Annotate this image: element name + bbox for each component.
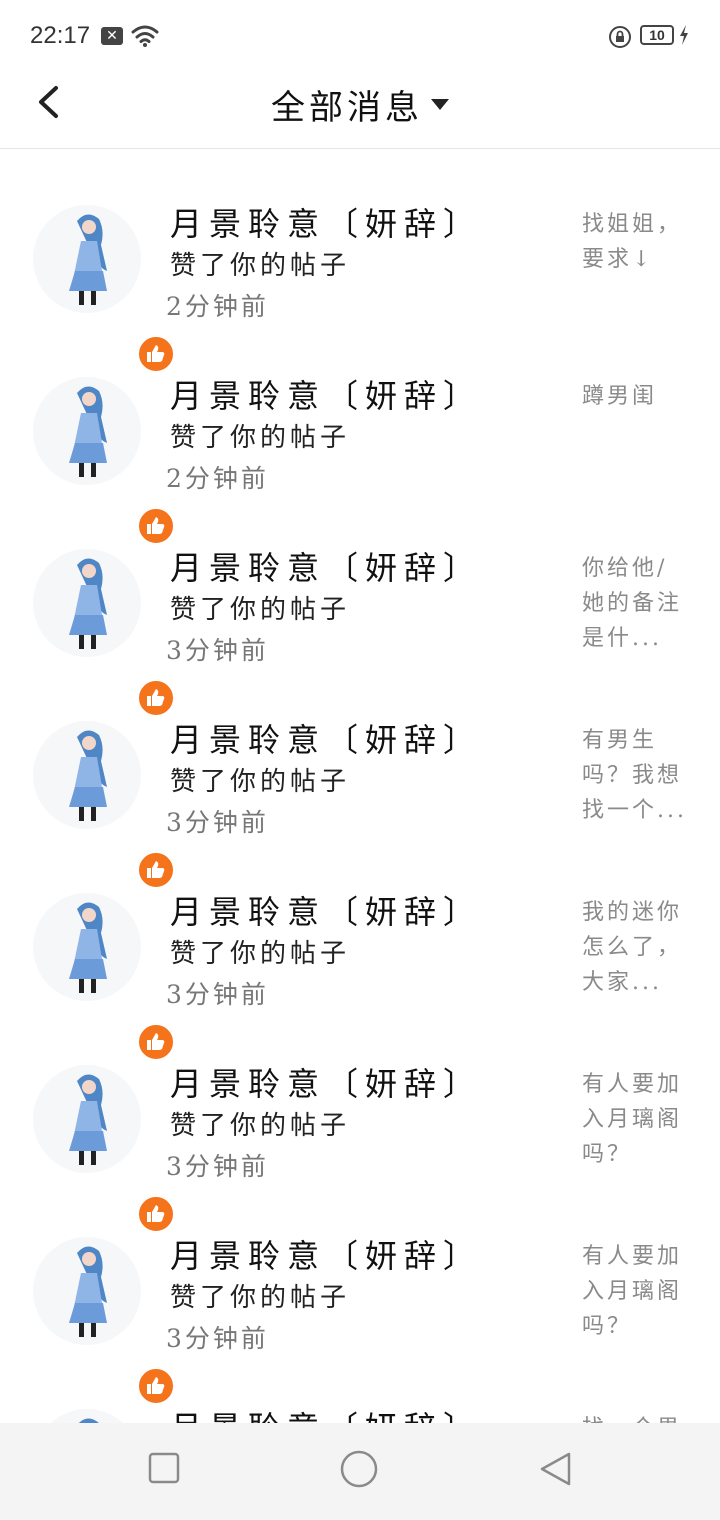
charging-icon bbox=[680, 25, 688, 45]
rotation-lock-icon bbox=[609, 26, 631, 48]
post-preview[interactable]: 你给他/她的备注是什... bbox=[582, 551, 692, 656]
avatar[interactable] bbox=[33, 549, 175, 717]
avatar[interactable] bbox=[33, 1409, 141, 1423]
message-time: 3分钟前 bbox=[166, 1324, 269, 1353]
message-action: 赞了你的帖子 bbox=[170, 1283, 351, 1313]
back-triangle-icon[interactable] bbox=[538, 1451, 574, 1487]
list-item[interactable]: 月景聆意〔妍辞〕 找一个男 bbox=[0, 1353, 720, 1423]
avatar[interactable] bbox=[33, 893, 175, 1061]
recents-square-icon[interactable] bbox=[147, 1451, 181, 1485]
message-time: 2分钟前 bbox=[166, 292, 269, 321]
message-action: 赞了你的帖子 bbox=[170, 423, 351, 453]
message-time: 2分钟前 bbox=[166, 464, 269, 493]
message-action: 赞了你的帖子 bbox=[170, 251, 351, 281]
message-action: 赞了你的帖子 bbox=[170, 767, 351, 797]
message-action: 赞了你的帖子 bbox=[170, 595, 351, 625]
sender-name[interactable]: 月景聆意〔妍辞〕 bbox=[170, 887, 482, 933]
post-preview[interactable]: 有人要加入月璃阁吗？ bbox=[582, 1239, 692, 1344]
message-time: 3分钟前 bbox=[166, 636, 269, 665]
list-item[interactable]: 月景聆意〔妍辞〕 赞了你的帖子 3分钟前 有人要加入月璃阁吗？ bbox=[0, 1181, 720, 1405]
list-item[interactable]: 月景聆意〔妍辞〕 赞了你的帖子 3分钟前 有人要加入月璃阁吗？ bbox=[0, 1009, 720, 1233]
list-item[interactable]: 月景聆意〔妍辞〕 赞了你的帖子 2分钟前 找姐姐，要求↓ bbox=[0, 149, 720, 373]
list-item[interactable]: 月景聆意〔妍辞〕 赞了你的帖子 2分钟前 蹲男闺 bbox=[0, 321, 720, 545]
avatar-figure-icon bbox=[69, 214, 107, 305]
battery-icon: 10 bbox=[640, 25, 674, 45]
list-item[interactable]: 月景聆意〔妍辞〕 赞了你的帖子 3分钟前 你给他/她的备注是什... bbox=[0, 493, 720, 717]
status-bar: 22:17 ✕ 10 bbox=[0, 0, 720, 72]
message-action: 赞了你的帖子 bbox=[170, 1111, 351, 1141]
post-preview[interactable]: 蹲男闺 bbox=[582, 379, 692, 414]
post-preview[interactable]: 有男生吗？我想找一个... bbox=[582, 723, 692, 828]
message-action: 赞了你的帖子 bbox=[170, 939, 351, 969]
avatar[interactable] bbox=[33, 1237, 175, 1405]
post-preview[interactable]: 我的迷你怎么了，大家... bbox=[582, 895, 692, 1000]
avatar-figure-icon bbox=[78, 1418, 99, 1423]
message-time: 3分钟前 bbox=[166, 1152, 269, 1181]
x-notification-icon: ✕ bbox=[101, 27, 123, 45]
sender-name[interactable]: 月景聆意〔妍辞〕 bbox=[170, 1403, 482, 1423]
status-time: 22:17 bbox=[30, 22, 91, 49]
post-preview[interactable]: 找一个男 bbox=[582, 1411, 692, 1423]
message-list[interactable]: 月景聆意〔妍辞〕 赞了你的帖子 2分钟前 找姐姐，要求↓ 月景聆意〔妍辞〕 赞了… bbox=[0, 149, 720, 1423]
post-preview[interactable]: 找姐姐，要求↓ bbox=[582, 207, 692, 277]
avatar-figure-icon bbox=[69, 902, 107, 993]
page-title: 全部消息 bbox=[271, 88, 423, 128]
caret-down-icon bbox=[431, 99, 449, 110]
avatar-figure-icon bbox=[69, 1246, 107, 1337]
avatar-figure-icon bbox=[69, 558, 107, 649]
system-nav-bar bbox=[0, 1423, 720, 1520]
avatar[interactable] bbox=[33, 721, 175, 889]
sender-name[interactable]: 月景聆意〔妍辞〕 bbox=[170, 543, 482, 589]
post-preview[interactable]: 有人要加入月璃阁吗？ bbox=[582, 1067, 692, 1172]
avatar-figure-icon bbox=[69, 730, 107, 821]
list-item[interactable]: 月景聆意〔妍辞〕 赞了你的帖子 3分钟前 有男生吗？我想找一个... bbox=[0, 665, 720, 889]
home-circle-icon[interactable] bbox=[339, 1449, 379, 1489]
sender-name[interactable]: 月景聆意〔妍辞〕 bbox=[170, 1231, 482, 1277]
sender-name[interactable]: 月景聆意〔妍辞〕 bbox=[170, 371, 482, 417]
message-time: 3分钟前 bbox=[166, 808, 269, 837]
sender-name[interactable]: 月景聆意〔妍辞〕 bbox=[170, 199, 482, 245]
sender-name[interactable]: 月景聆意〔妍辞〕 bbox=[170, 715, 482, 761]
avatar[interactable] bbox=[33, 1065, 175, 1233]
avatar-figure-icon bbox=[69, 1074, 107, 1165]
message-time: 3分钟前 bbox=[166, 980, 269, 1009]
header: 全部消息 bbox=[0, 72, 720, 149]
list-item[interactable]: 月景聆意〔妍辞〕 赞了你的帖子 3分钟前 我的迷你怎么了，大家... bbox=[0, 837, 720, 1061]
avatar-figure-icon bbox=[69, 386, 107, 477]
title-dropdown[interactable]: 全部消息 bbox=[0, 80, 720, 129]
avatar[interactable] bbox=[33, 205, 175, 373]
sender-name[interactable]: 月景聆意〔妍辞〕 bbox=[170, 1059, 482, 1105]
avatar[interactable] bbox=[33, 377, 175, 545]
wifi-icon bbox=[131, 25, 159, 47]
